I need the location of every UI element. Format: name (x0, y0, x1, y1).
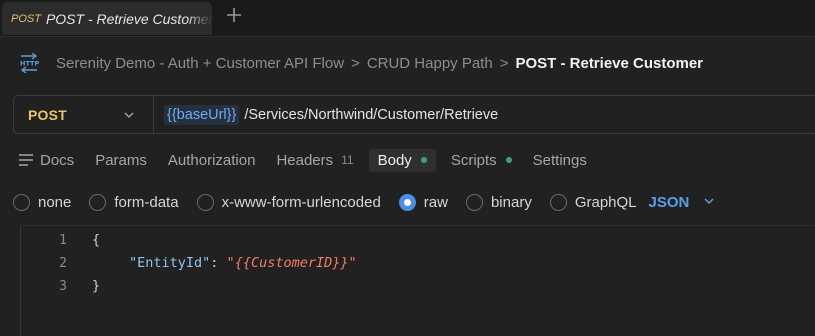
radio-button[interactable] (465, 193, 483, 211)
json-value: {{CustomerID}} (234, 255, 349, 271)
svg-text:HTTP: HTTP (20, 60, 39, 68)
tab-body[interactable]: Body (368, 148, 436, 172)
docs-icon (18, 153, 34, 167)
scripts-indicator-dot (505, 157, 512, 163)
breadcrumb-folder[interactable]: CRUD Happy Path (367, 55, 493, 72)
code-text: } (92, 278, 101, 294)
body-type-selector: none form-data x-www-form-urlencoded raw… (13, 190, 715, 214)
tab-label: Scripts (450, 151, 497, 169)
body-type-form-data[interactable]: form-data (89, 193, 179, 211)
breadcrumb-separator: > (499, 54, 509, 72)
body-type-label: none (38, 193, 72, 211)
tab-params[interactable]: Params (95, 152, 147, 169)
tab-label: Docs (40, 151, 75, 169)
tab-settings[interactable]: Settings (533, 152, 587, 169)
body-type-label: binary (490, 193, 532, 211)
url-variable: {{baseUrl}} (164, 104, 240, 125)
tab-method-badge: POST (11, 12, 41, 25)
url-input[interactable]: {{baseUrl}} /Services/Northwind/Customer… (154, 104, 499, 125)
tab-headers[interactable]: Headers 11 (276, 152, 353, 169)
radio-button-selected[interactable] (398, 193, 416, 211)
body-type-label: GraphQL (574, 193, 637, 211)
code-text: { (92, 232, 101, 248)
radio-button[interactable] (196, 193, 214, 211)
json-key: "EntityId" (129, 255, 211, 271)
url-path: /Services/Northwind/Customer/Retrieve (244, 106, 499, 123)
method-label: POST (28, 106, 67, 123)
request-section-tabs: Docs Params Authorization Headers 11 Bod… (18, 147, 608, 173)
method-select[interactable]: POST (14, 96, 154, 133)
body-type-label: form-data (114, 193, 179, 211)
raw-language-label: JSON (648, 193, 690, 211)
body-type-raw[interactable]: raw (398, 193, 448, 211)
chevron-down-icon (703, 194, 715, 211)
body-type-graphql[interactable]: GraphQL (549, 193, 637, 211)
plus-icon[interactable] (224, 6, 244, 30)
line-number: 1 (59, 232, 67, 248)
breadcrumb: HTTP Serenity Demo - Auth + Customer API… (18, 50, 703, 76)
tab-label: Body (377, 151, 412, 169)
tab-label: Headers (276, 151, 334, 169)
code-text: "EntityId": "{{CustomerID}}" (129, 255, 357, 271)
body-type-label: raw (423, 193, 448, 211)
body-indicator-dot (420, 157, 427, 163)
code-line: 3 } (21, 275, 100, 297)
url-bar: POST {{baseUrl}} /Services/Northwind/Cus… (13, 95, 815, 134)
breadcrumb-request[interactable]: POST - Retrieve Customer (515, 55, 703, 72)
headers-count-badge: 11 (341, 153, 354, 167)
tab-authorization[interactable]: Authorization (168, 152, 256, 169)
tab-scripts[interactable]: Scripts (451, 152, 512, 169)
breadcrumb-collection[interactable]: Serenity Demo - Auth + Customer API Flow (56, 55, 344, 72)
body-type-label: x-www-form-urlencoded (221, 193, 381, 211)
body-code-editor[interactable]: 1 { 2 "EntityId": "{{CustomerID}}" 3 } (20, 225, 815, 336)
request-tab-bar: POST POST - Retrieve Customer (0, 0, 815, 37)
line-number: 3 (59, 278, 67, 294)
body-type-binary[interactable]: binary (465, 193, 532, 211)
code-line: 2 "EntityId": "{{CustomerID}}" (21, 252, 357, 274)
request-tab[interactable]: POST POST - Retrieve Customer (2, 2, 212, 35)
tab-fade (186, 2, 212, 35)
line-number: 2 (59, 255, 67, 271)
http-icon: HTTP (18, 52, 40, 74)
body-type-none[interactable]: none (13, 193, 72, 211)
breadcrumb-separator: > (351, 54, 360, 72)
code-line: 1 { (21, 229, 100, 251)
json-colon: : (210, 255, 227, 271)
chevron-down-icon (123, 108, 135, 126)
body-type-urlencoded[interactable]: x-www-form-urlencoded (196, 193, 381, 211)
radio-button[interactable] (13, 193, 30, 211)
radio-button[interactable] (549, 193, 567, 211)
raw-language-select[interactable]: JSON (649, 194, 716, 211)
tab-docs[interactable]: Docs (18, 152, 74, 169)
radio-button[interactable] (89, 193, 107, 211)
